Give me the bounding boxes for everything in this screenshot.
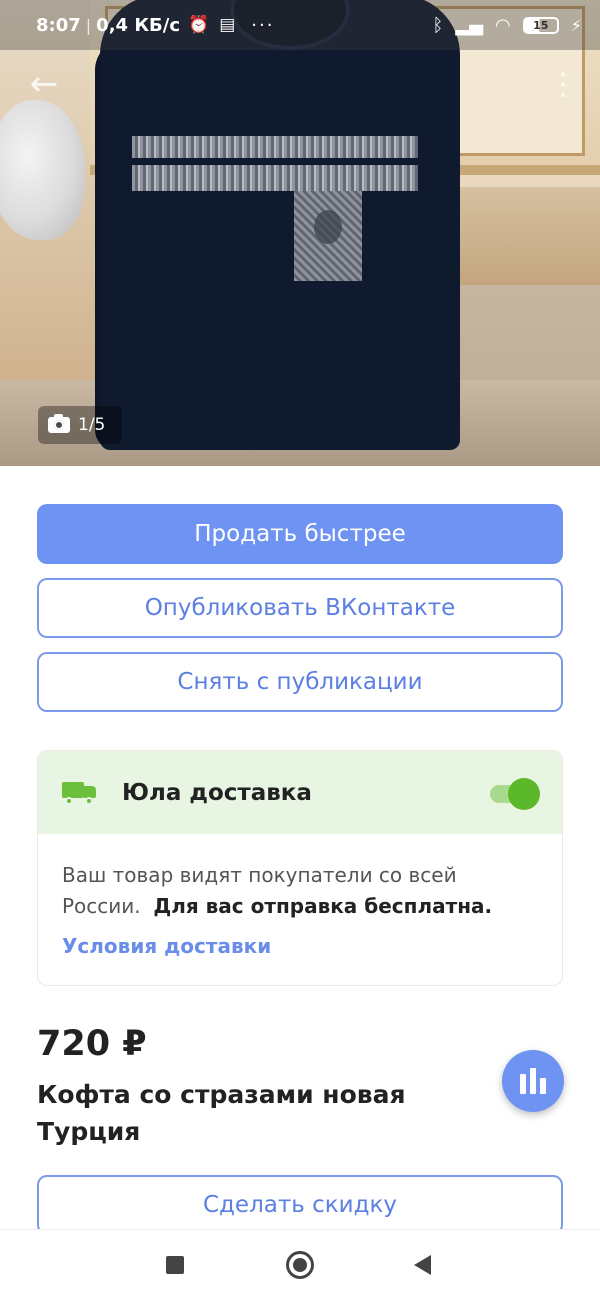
notification-icon: ▤ (219, 15, 236, 35)
delivery-description: Ваш товар видят покупатели со всей Росси… (62, 860, 538, 922)
recent-apps-icon[interactable] (166, 1256, 184, 1274)
discount-button[interactable]: Сделать скидку (37, 1175, 563, 1235)
bluetooth-icon: ᛒ (432, 14, 444, 36)
delivery-title: Юла доставка (122, 779, 312, 806)
status-bar: 8:07 | 0,4 КБ/с ⏰ ▤ ··· ᛒ ▂▄ ◠ 15 ⚡ (0, 0, 600, 50)
signal-icon: ▂▄ (455, 14, 484, 36)
alarm-icon: ⏰ (188, 15, 210, 35)
system-nav-bar (0, 1229, 600, 1299)
charging-icon: ⚡ (570, 15, 582, 35)
battery-level: 15 (533, 18, 549, 32)
status-separator: | (85, 15, 92, 35)
product-photo[interactable] (0, 0, 600, 466)
publish-vk-button[interactable]: Опубликовать ВКонтакте (37, 578, 563, 638)
camera-icon (48, 414, 70, 433)
delivery-toggle[interactable] (490, 777, 540, 810)
delivery-card: Юла доставка Ваш товар видят покупатели … (37, 750, 563, 986)
status-time: 8:07 (36, 14, 81, 36)
item-title: Кофта со стразами новая Турция (37, 1080, 406, 1146)
network-speed: 0,4 КБ/с (96, 14, 181, 36)
stats-icon (520, 1074, 526, 1094)
more-notifications-icon: ··· (251, 14, 275, 36)
back-triangle-icon[interactable] (414, 1255, 431, 1275)
stats-button[interactable] (502, 1050, 564, 1112)
unpublish-button[interactable]: Снять с публикации (37, 652, 563, 712)
delivery-text-bold: Для вас отправка бесплатна. (153, 894, 493, 918)
battery-icon: 15 (522, 16, 559, 34)
delivery-terms-link[interactable]: Условия доставки (62, 934, 271, 958)
photo-counter[interactable]: 1/5 (38, 406, 122, 444)
home-icon[interactable] (286, 1251, 314, 1279)
listing-screen: 8:07 | 0,4 КБ/с ⏰ ▤ ··· ᛒ ▂▄ ◠ 15 ⚡ ← ⋮ … (0, 0, 600, 1299)
delivery-body: Ваш товар видят покупатели со всей Росси… (38, 834, 562, 958)
back-arrow-icon[interactable]: ← (26, 66, 62, 102)
more-vertical-icon[interactable]: ⋮ (548, 68, 578, 104)
price: 720 ₽ (37, 1024, 147, 1064)
wifi-icon: ◠ (495, 14, 511, 36)
delivery-header: Юла доставка (38, 751, 562, 834)
photo-counter-text: 1/5 (78, 415, 106, 435)
sell-faster-button[interactable]: Продать быстрее (37, 504, 563, 564)
truck-icon (62, 781, 98, 805)
